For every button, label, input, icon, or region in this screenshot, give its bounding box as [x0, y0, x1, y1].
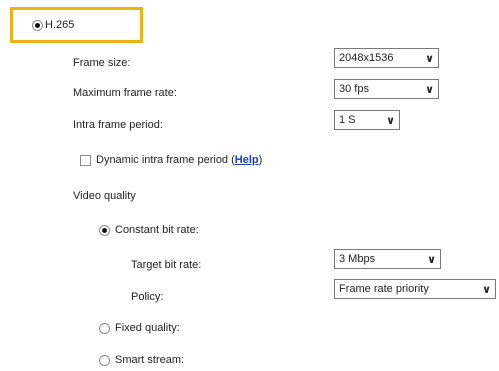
dynamic-intra-text: Dynamic intra frame period (: [96, 154, 235, 166]
intra-frame-period-value: 1 S: [339, 114, 356, 126]
target-bit-rate-value: 3 Mbps: [339, 253, 376, 265]
fixed-quality-radio[interactable]: [99, 323, 110, 334]
intra-frame-period-label: Intra frame period:: [73, 119, 163, 131]
constant-bit-rate-radio[interactable]: [99, 225, 110, 236]
video-quality-label: Video quality: [73, 190, 136, 202]
dynamic-intra-checkbox[interactable]: [80, 155, 91, 166]
max-frame-rate-label: Maximum frame rate:: [73, 87, 177, 99]
smart-stream-label: Smart stream:: [115, 354, 185, 366]
max-frame-rate-select[interactable]: 30 fps ∨: [334, 79, 439, 99]
intra-frame-period-select[interactable]: 1 S ∨: [334, 110, 400, 130]
constant-bit-rate-label: Constant bit rate:: [115, 224, 199, 236]
target-bit-rate-select[interactable]: 3 Mbps ∨: [334, 249, 441, 269]
frame-size-value: 2048x1536: [339, 52, 394, 64]
fixed-quality-label: Fixed quality:: [115, 322, 180, 334]
max-frame-rate-value: 30 fps: [339, 83, 369, 95]
frame-size-label: Frame size:: [73, 57, 131, 69]
frame-size-select[interactable]: 2048x1536 ∨: [334, 48, 439, 68]
help-link[interactable]: Help: [235, 154, 259, 166]
h265-radio[interactable]: [32, 20, 43, 31]
chevron-down-icon: ∨: [427, 253, 436, 266]
smart-stream-radio[interactable]: [99, 355, 110, 366]
policy-select[interactable]: Frame rate priority ∨: [334, 279, 496, 299]
chevron-down-icon: ∨: [482, 283, 491, 296]
dynamic-intra-close: ): [258, 154, 263, 166]
dynamic-intra-label: Dynamic intra frame period (Help): [96, 153, 262, 167]
chevron-down-icon: ∨: [425, 52, 434, 65]
target-bit-rate-label: Target bit rate:: [131, 259, 202, 271]
policy-label: Policy:: [131, 291, 164, 303]
chevron-down-icon: ∨: [425, 83, 434, 96]
policy-value: Frame rate priority: [339, 283, 429, 295]
selection-highlight: [10, 7, 143, 43]
chevron-down-icon: ∨: [386, 114, 395, 127]
h265-label: H.265: [45, 19, 75, 31]
